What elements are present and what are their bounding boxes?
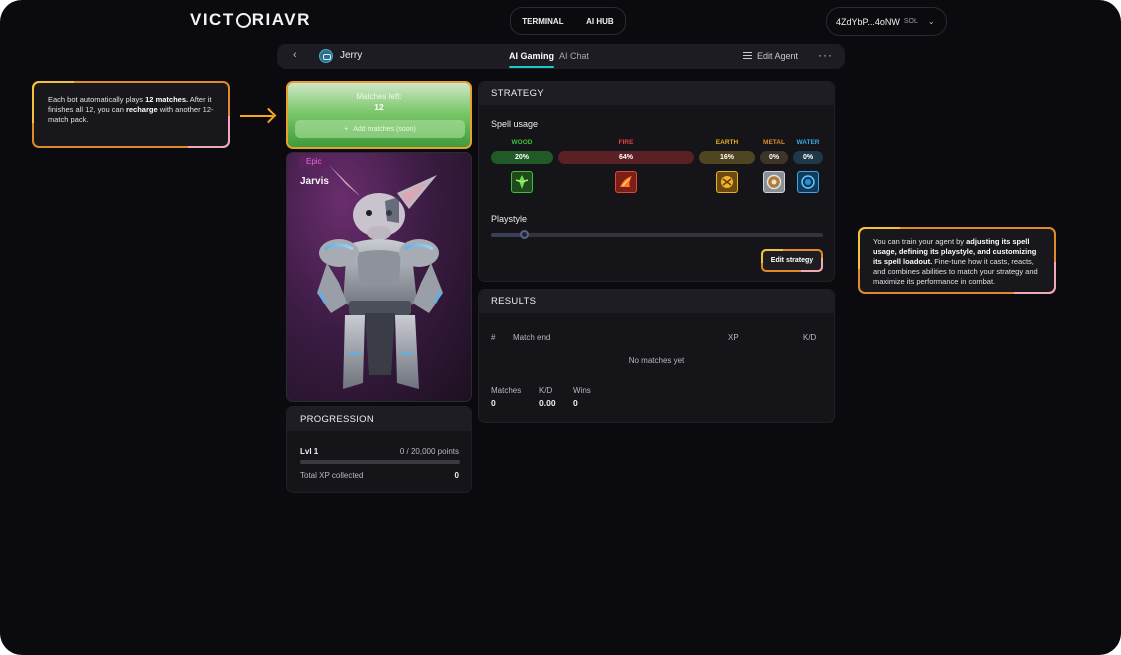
- tab-ai-gaming[interactable]: AI Gaming: [509, 51, 555, 68]
- character-card: Epic Jarvis: [286, 152, 472, 402]
- spell-element-water: WATER 0%: [793, 139, 823, 193]
- matches-info-callout: Each bot automatically plays 12 matches.…: [32, 81, 230, 148]
- stat-value: 0: [573, 398, 578, 408]
- wallet-selector[interactable]: 4ZdYbP...4oNW SOL ⌄: [826, 7, 947, 36]
- wood-spell-icon[interactable]: [511, 171, 533, 193]
- spell-element-fire: FIRE 64%: [558, 139, 694, 193]
- wallet-currency: SOL: [903, 18, 918, 25]
- fire-spell-icon[interactable]: [615, 171, 637, 193]
- logo-text-part-1: VICT: [190, 10, 235, 29]
- element-percent-pill[interactable]: 16%: [699, 151, 755, 164]
- callout-bold-text: 12 matches.: [145, 95, 189, 104]
- logo-ring-icon: [235, 12, 251, 28]
- results-panel: RESULTS # Match end XP K/D No matches ye…: [478, 289, 835, 423]
- nav-ai-hub[interactable]: AI HUB: [586, 17, 614, 26]
- more-options-icon[interactable]: ···: [818, 48, 833, 62]
- add-matches-label: Add matches (soon): [353, 125, 416, 133]
- no-matches-message: No matches yet: [628, 356, 685, 365]
- stat-value: 0: [491, 398, 496, 408]
- victoria-vr-logo[interactable]: VICT RIAVR: [190, 10, 311, 29]
- column-header-xp: XP: [728, 333, 739, 342]
- wallet-address: 4ZdYbP...4oNW: [836, 16, 900, 27]
- agent-avatar-icon: [319, 49, 333, 63]
- plus-icon: +: [344, 125, 349, 133]
- column-header-kd: K/D: [803, 333, 817, 342]
- stat-label: K/D: [539, 386, 553, 395]
- edit-agent-label: Edit Agent: [757, 51, 799, 61]
- element-name: FIRE: [618, 139, 634, 146]
- spell-element-metal: METAL 0%: [760, 139, 788, 193]
- nav-terminal[interactable]: TERMINAL: [522, 17, 563, 26]
- callout-text: You can train your agent by: [873, 237, 967, 246]
- stat-label: Matches: [491, 386, 522, 395]
- total-xp-label: Total XP collected: [300, 471, 364, 480]
- element-name: WATER: [796, 139, 820, 146]
- matches-left-count: 12: [374, 102, 384, 112]
- element-percent-pill[interactable]: 0%: [760, 151, 788, 164]
- rarity-badge: Epic: [299, 156, 329, 167]
- logo-text-part-2: RIAVR: [251, 10, 311, 29]
- strategy-info-callout: You can train your agent by adjusting it…: [858, 227, 1056, 294]
- add-matches-button[interactable]: + Add matches (soon): [295, 120, 465, 138]
- column-header-match-end: Match end: [513, 333, 551, 342]
- chevron-down-icon: ⌄: [927, 17, 935, 26]
- tab-ai-chat[interactable]: AI Chat: [559, 51, 589, 61]
- element-percent-pill[interactable]: 20%: [491, 151, 553, 164]
- results-title: RESULTS: [479, 290, 834, 313]
- playstyle-label: Playstyle: [491, 214, 528, 224]
- callout-bold-text: recharge: [125, 105, 158, 114]
- element-name: WOOD: [511, 139, 533, 146]
- arrow-right-icon: [240, 115, 273, 117]
- element-name: METAL: [763, 139, 785, 146]
- spell-element-earth: EARTH 16%: [699, 139, 755, 193]
- matches-left-label: Matches left:: [356, 92, 402, 101]
- element-percent-pill[interactable]: 0%: [793, 151, 823, 164]
- water-spell-icon[interactable]: [797, 171, 819, 193]
- stat-kd: K/D 0.00: [539, 386, 556, 408]
- stat-value: 0.00: [539, 398, 556, 408]
- app-frame: VICT RIAVR TERMINAL AI HUB 4ZdYbP...4oNW …: [0, 0, 1121, 655]
- matches-left-card: Matches left: 12 + Add matches (soon): [286, 81, 472, 149]
- spell-usage-label: Spell usage: [491, 119, 539, 129]
- progression-card: PROGRESSION Lvl 1 0 / 20,000 points Tota…: [286, 406, 472, 493]
- edit-agent-button[interactable]: Edit Agent: [743, 51, 798, 61]
- back-chevron-icon[interactable]: ‹: [293, 49, 297, 61]
- metal-spell-icon[interactable]: [763, 171, 785, 193]
- stat-matches: Matches 0: [491, 386, 521, 408]
- top-navigation: TERMINAL AI HUB: [510, 7, 626, 35]
- playstyle-slider-thumb[interactable]: [520, 230, 530, 239]
- total-xp-value: 0: [454, 471, 459, 480]
- level-label: Lvl 1: [300, 447, 319, 456]
- character-name: Jarvis: [300, 176, 329, 187]
- sliders-icon: [743, 52, 752, 60]
- progression-title: PROGRESSION: [287, 407, 471, 431]
- agent-bar: ‹ Jerry AI Gaming AI Chat Edit Agent ···: [277, 44, 845, 69]
- stat-label: Wins: [573, 386, 591, 395]
- element-percent-pill[interactable]: 64%: [558, 151, 694, 164]
- spell-element-wood: WOOD 20%: [491, 139, 553, 193]
- playstyle-slider[interactable]: [491, 230, 823, 239]
- callout-text: Fine-tune how it casts, reacts, and comb…: [873, 257, 1038, 286]
- points-label: 0 / 20,000 points: [399, 447, 459, 456]
- progression-bar: [300, 460, 460, 464]
- edit-strategy-button[interactable]: Edit strategy: [761, 249, 823, 272]
- column-header-number: #: [491, 333, 496, 342]
- earth-spell-icon[interactable]: [716, 171, 738, 193]
- character-illustration: [317, 165, 443, 389]
- stat-wins: Wins 0: [573, 386, 591, 408]
- agent-name: Jerry: [340, 50, 363, 61]
- strategy-panel: STRATEGY Spell usage WOOD 20% FIRE 64% E…: [478, 81, 835, 282]
- callout-text: Each bot automatically plays: [48, 95, 146, 104]
- strategy-title: STRATEGY: [479, 82, 834, 105]
- element-name: EARTH: [715, 139, 739, 146]
